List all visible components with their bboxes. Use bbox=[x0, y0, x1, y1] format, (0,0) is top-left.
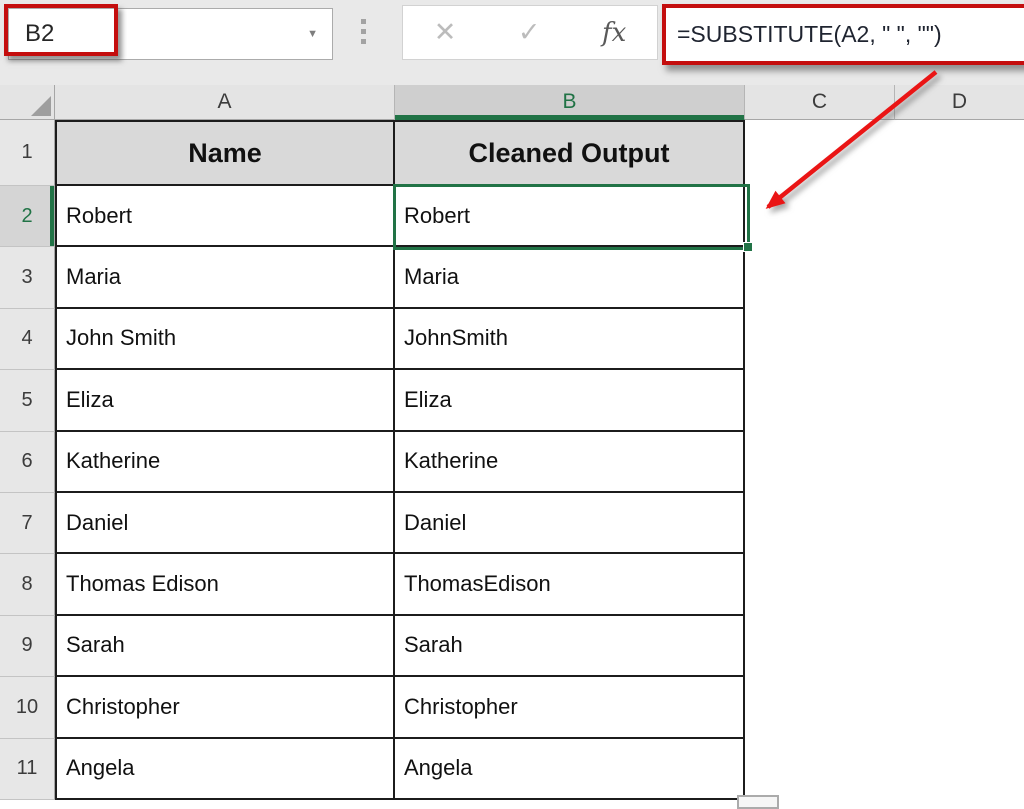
row-header[interactable]: 6 bbox=[0, 431, 55, 493]
enter-icon[interactable]: ✓ bbox=[518, 17, 541, 48]
name-cell[interactable]: Maria bbox=[55, 247, 395, 309]
name-cell[interactable]: Angela bbox=[55, 738, 395, 800]
autofill-options-button[interactable] bbox=[737, 795, 779, 809]
row-header[interactable]: 7 bbox=[0, 492, 55, 555]
name-box-dropdown-icon[interactable]: ▼ bbox=[307, 28, 318, 40]
cleaned-cell[interactable]: Sarah bbox=[395, 615, 745, 678]
row-header[interactable]: 10 bbox=[0, 677, 55, 739]
formula-bar-resize-handle[interactable] bbox=[361, 19, 366, 44]
column-header-c[interactable]: C bbox=[745, 85, 895, 120]
name-cell[interactable]: John Smith bbox=[55, 308, 395, 371]
select-all-triangle-icon bbox=[31, 96, 51, 116]
column-header-a[interactable]: A bbox=[55, 85, 395, 120]
name-cell[interactable]: Thomas Edison bbox=[55, 554, 395, 616]
data-rows: 2 Robert Robert 3 Maria Maria 4 John Smi… bbox=[0, 186, 1024, 800]
row-header[interactable]: 5 bbox=[0, 370, 55, 432]
insert-function-icon[interactable]: fx bbox=[602, 18, 626, 48]
cleaned-cell[interactable]: Angela bbox=[395, 738, 745, 800]
column-header-d[interactable]: D bbox=[895, 85, 1024, 120]
row-header[interactable]: 8 bbox=[0, 554, 55, 616]
annotation-red-box-name bbox=[4, 4, 118, 56]
fill-handle[interactable] bbox=[743, 242, 753, 252]
column-header-b[interactable]: B bbox=[395, 85, 745, 120]
dot-icon bbox=[361, 39, 366, 44]
dot-icon bbox=[361, 29, 366, 34]
table-row: 6 Katherine Katherine bbox=[0, 431, 1024, 493]
cell-b1[interactable]: Cleaned Output bbox=[395, 120, 745, 186]
cleaned-cell[interactable]: Robert bbox=[395, 186, 745, 248]
cleaned-cell[interactable]: ThomasEdison bbox=[395, 554, 745, 616]
cleaned-cell[interactable]: Eliza bbox=[395, 370, 745, 432]
formula-text: =SUBSTITUTE(A2, " ", "") bbox=[677, 21, 942, 47]
select-all-button[interactable] bbox=[0, 85, 55, 120]
name-cell[interactable]: Eliza bbox=[55, 370, 395, 432]
table-header-row: 1 Name Cleaned Output bbox=[0, 120, 1024, 186]
name-cell[interactable]: Christopher bbox=[55, 677, 395, 739]
cleaned-cell[interactable]: Katherine bbox=[395, 431, 745, 493]
spreadsheet: A B C D 1 Name Cleaned Output 2 Robert R… bbox=[0, 85, 1024, 804]
name-cell[interactable]: Daniel bbox=[55, 492, 395, 555]
name-cell[interactable]: Sarah bbox=[55, 615, 395, 678]
formula-bar[interactable]: =SUBSTITUTE(A2, " ", "") bbox=[662, 4, 1024, 65]
row-header[interactable]: 11 bbox=[0, 738, 55, 800]
column-header-row: A B C D bbox=[0, 85, 1024, 120]
cleaned-cell[interactable]: Maria bbox=[395, 247, 745, 309]
row-header[interactable]: 3 bbox=[0, 247, 55, 309]
table-row: 5 Eliza Eliza bbox=[0, 370, 1024, 432]
table-row: 2 Robert Robert bbox=[0, 186, 1024, 248]
name-cell[interactable]: Katherine bbox=[55, 431, 395, 493]
excel-substitute-screenshot: { "toolbar": { "name_box_value": "B2", "… bbox=[0, 0, 1024, 809]
dot-icon bbox=[361, 19, 366, 24]
toolbar: B2 ▼ ✕ ✓ fx =SUBSTITUTE(A2, " ", "") bbox=[0, 0, 1024, 85]
formula-buttons: ✕ ✓ fx bbox=[402, 5, 658, 60]
row-header[interactable]: 2 bbox=[0, 186, 55, 248]
table-row: 7 Daniel Daniel bbox=[0, 492, 1024, 555]
row-header[interactable]: 4 bbox=[0, 308, 55, 371]
row-header-1[interactable]: 1 bbox=[0, 120, 55, 186]
row-header[interactable]: 9 bbox=[0, 615, 55, 678]
cleaned-cell[interactable]: Daniel bbox=[395, 492, 745, 555]
name-cell[interactable]: Robert bbox=[55, 186, 395, 248]
table-row: 11 Angela Angela bbox=[0, 738, 1024, 800]
table-row: 10 Christopher Christopher bbox=[0, 677, 1024, 739]
table-row: 4 John Smith JohnSmith bbox=[0, 308, 1024, 371]
cleaned-cell[interactable]: JohnSmith bbox=[395, 308, 745, 371]
cleaned-cell[interactable]: Christopher bbox=[395, 677, 745, 739]
table-row: 8 Thomas Edison ThomasEdison bbox=[0, 554, 1024, 616]
table-row: 9 Sarah Sarah bbox=[0, 615, 1024, 678]
cancel-icon[interactable]: ✕ bbox=[434, 17, 457, 48]
cell-a1[interactable]: Name bbox=[55, 120, 395, 186]
table-row: 3 Maria Maria bbox=[0, 247, 1024, 309]
